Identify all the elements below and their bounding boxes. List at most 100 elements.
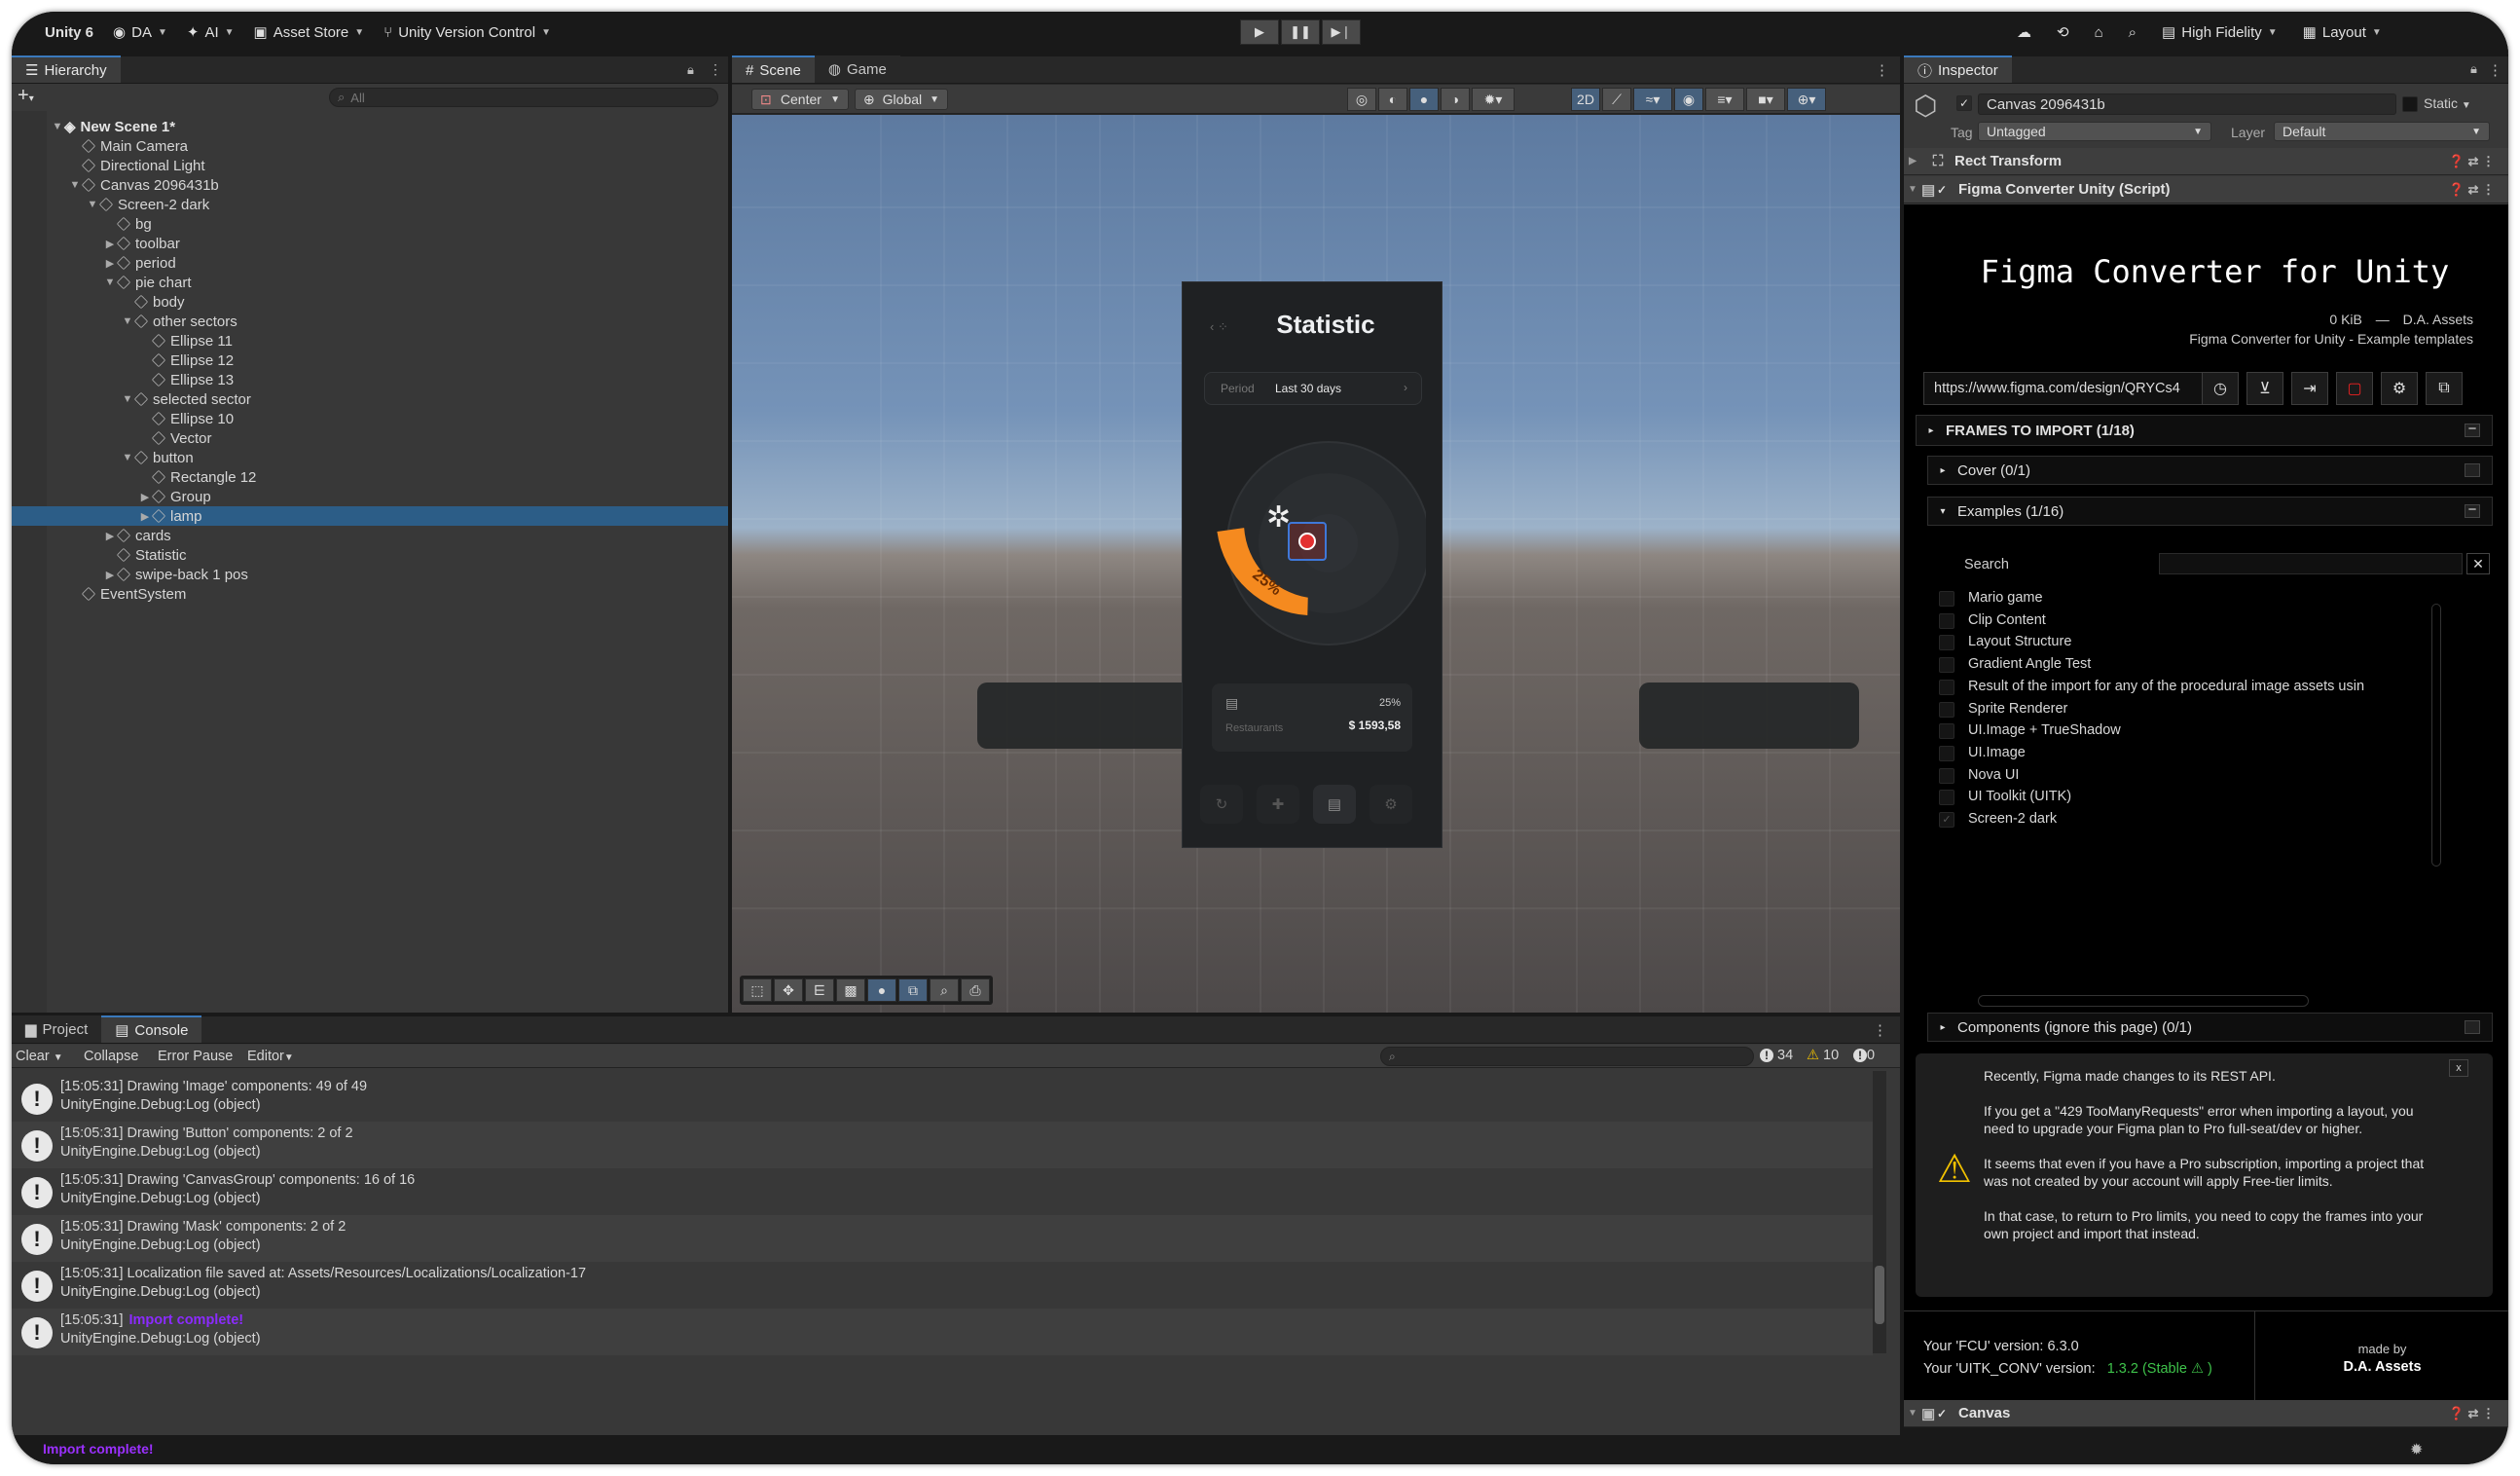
tab-inspector[interactable]: ⓘ Inspector xyxy=(1904,55,2012,83)
move-gizmo[interactable] xyxy=(1288,522,1327,561)
hierarchy-item[interactable]: Rectangle 12 xyxy=(138,467,256,487)
unity-menu[interactable]: Unity 6 xyxy=(12,24,103,41)
shaded-wire-button[interactable]: ◐ xyxy=(1378,88,1407,111)
expand-arrow-icon[interactable]: ▼ xyxy=(51,121,64,132)
hierarchy-item[interactable]: Ellipse 13 xyxy=(138,370,234,389)
hierarchy-item[interactable]: ▼ Canvas 2096431b xyxy=(68,175,219,195)
pivot-dropdown[interactable]: ⊡ Center ▼ xyxy=(751,89,849,110)
mode-2d-button[interactable]: 2D xyxy=(1571,88,1600,111)
version-control-dropdown[interactable]: ⑂ Unity Version Control ▼ xyxy=(374,24,561,41)
rect-transform-header[interactable]: ▶ ⛶ Rect Transform ❓ ⇄ ⋮ xyxy=(1904,148,2508,175)
hierarchy-item[interactable]: ▼ Screen-2 dark xyxy=(86,195,210,214)
store-button[interactable]: ⌂ xyxy=(2085,24,2113,41)
frame-checkbox[interactable] xyxy=(1939,679,1954,695)
hierarchy-item[interactable]: EventSystem xyxy=(68,584,186,604)
kebab-menu-icon[interactable]: ⋮ xyxy=(709,61,722,78)
quality-dropdown[interactable]: ▤ High Fidelity ▼ xyxy=(2152,23,2287,42)
hierarchy-item[interactable]: ▶ period xyxy=(103,253,176,273)
expand-arrow-icon[interactable]: ▶ xyxy=(103,238,117,250)
component-menu-icon[interactable]: ❓ ⇄ ⋮ xyxy=(2449,1406,2495,1421)
capture-tool-button[interactable]: ⎙ xyxy=(961,978,990,1002)
layer-dropdown[interactable]: Default ▼ xyxy=(2274,122,2490,141)
layout-dropdown[interactable]: ▦ Layout ▼ xyxy=(2293,23,2392,42)
console-log-row[interactable]: ! [15:05:31] Drawing 'Image' components: … xyxy=(12,1075,1873,1122)
clear-search-button[interactable]: ✕ xyxy=(2466,553,2490,574)
cover-page-header[interactable]: ▸ Cover (0/1) xyxy=(1927,456,2493,485)
asset-store-dropdown[interactable]: ▣ Asset Store ▼ xyxy=(244,23,375,42)
frame-checkbox[interactable] xyxy=(1939,790,1954,806)
expand-arrow-icon[interactable]: ▼ xyxy=(68,179,82,191)
hierarchy-item[interactable]: ▼ selected sector xyxy=(121,389,251,409)
frame-checkbox[interactable] xyxy=(1939,723,1954,740)
play-button[interactable]: ▶ xyxy=(1240,19,1279,45)
stop-button[interactable]: ▢ xyxy=(2336,372,2373,405)
static-checkbox[interactable] xyxy=(2402,96,2418,112)
hierarchy-item[interactable]: Ellipse 12 xyxy=(138,351,234,370)
account-dropdown[interactable]: ◉ DA ▼ xyxy=(103,23,177,42)
frames-select-toggle[interactable]: − xyxy=(2465,422,2480,437)
hierarchy-item[interactable]: ▶ Group xyxy=(138,487,211,506)
error-pause-button[interactable]: Error Pause xyxy=(158,1049,233,1064)
hierarchy-item[interactable]: ▼ other sectors xyxy=(121,312,237,331)
step-button[interactable]: ▶❘ xyxy=(1322,19,1361,45)
move-tool-button[interactable]: ✥ xyxy=(774,978,803,1002)
expand-arrow-icon[interactable]: ▼ xyxy=(121,452,134,463)
hierarchy-search-input[interactable]: ⌕ All xyxy=(329,88,718,107)
tab-game[interactable]: ◍ Game xyxy=(814,55,900,83)
expand-arrow-icon[interactable]: ▼ xyxy=(121,393,134,405)
frames-scrollbar[interactable] xyxy=(2431,604,2441,867)
component-menu-icon[interactable]: ❓ ⇄ ⋮ xyxy=(2449,154,2495,169)
hierarchy-item[interactable]: ▼ button xyxy=(121,448,194,467)
fcu-script-header[interactable]: ▼ ▤ ✓ Figma Converter Unity (Script) ❓ ⇄… xyxy=(1904,176,2508,203)
frames-h-scrollbar[interactable] xyxy=(1978,995,2309,1007)
expand-arrow-icon[interactable]: ▶ xyxy=(103,569,117,581)
gizmos-button[interactable]: ⊕▾ xyxy=(1787,88,1826,111)
history-button[interactable]: ⟲ xyxy=(2047,23,2079,41)
recent-button[interactable]: ◷ xyxy=(2202,372,2239,405)
scene-root[interactable]: ▼ ◈ New Scene 1* xyxy=(51,117,176,136)
expand-arrow-icon[interactable]: ▶ xyxy=(138,510,152,523)
console-log-row[interactable]: ! [15:05:31] Drawing 'CanvasGroup' compon… xyxy=(12,1168,1873,1215)
figma-url-input[interactable]: https://www.figma.com/design/QRYCs4 xyxy=(1923,372,2204,405)
expand-arrow-icon[interactable]: ▼ xyxy=(86,199,99,210)
tab-console[interactable]: ▤ Console xyxy=(101,1015,202,1043)
tab-project[interactable]: ▆ Project xyxy=(12,1015,102,1043)
scrollbar-thumb[interactable] xyxy=(1875,1266,1884,1324)
hierarchy-item[interactable]: ▼ pie chart xyxy=(103,273,192,292)
tag-dropdown[interactable]: Untagged ▼ xyxy=(1978,122,2211,141)
ai-dropdown[interactable]: ✦ AI ▼ xyxy=(177,23,244,42)
frame-checkbox[interactable] xyxy=(1939,635,1954,651)
search-button[interactable]: ⌕ xyxy=(2119,24,2146,41)
static-dropdown[interactable]: Static ▼ xyxy=(2424,95,2471,111)
hierarchy-item[interactable]: ▶ cards xyxy=(103,526,171,545)
kebab-menu-icon[interactable]: ⋮ xyxy=(1875,61,1889,79)
kebab-menu-icon[interactable]: ⋮ xyxy=(2488,61,2502,79)
expand-arrow-icon[interactable]: ▼ xyxy=(121,315,134,327)
settings-button[interactable]: ⚙ xyxy=(2381,372,2418,405)
collapse-button[interactable]: Collapse xyxy=(84,1049,138,1064)
examples-select-toggle[interactable]: − xyxy=(2465,502,2480,518)
add-object-button[interactable]: +▾ xyxy=(18,86,34,109)
frame-checkbox[interactable] xyxy=(1939,745,1954,761)
snap-tool-button[interactable]: ⋿ xyxy=(805,978,834,1002)
frames-search-input[interactable] xyxy=(2159,553,2463,574)
tab-hierarchy[interactable]: ☰ Hierarchy xyxy=(12,55,121,83)
tab-scene[interactable]: # Scene xyxy=(732,55,815,83)
visibility-button[interactable]: ◉ xyxy=(1674,88,1703,111)
hierarchy-item[interactable]: Ellipse 10 xyxy=(138,409,234,428)
warn-count-toggle[interactable]: ⚠ 10 xyxy=(1807,1048,1839,1063)
lock-icon[interactable]: 🔒︎ xyxy=(687,62,694,78)
active-checkbox[interactable]: ✓ xyxy=(1956,95,1972,111)
hierarchy-item[interactable]: ▶ swipe-back 1 pos xyxy=(103,565,248,584)
clear-button[interactable]: Clear ▼ xyxy=(16,1049,63,1064)
camera-button[interactable]: ■▾ xyxy=(1746,88,1785,111)
zoom-tool-button[interactable]: ⌕ xyxy=(930,978,959,1002)
layers-button[interactable]: ≡▾ xyxy=(1705,88,1744,111)
log-count-toggle[interactable]: ! 34 xyxy=(1760,1048,1793,1063)
close-notice-button[interactable]: x xyxy=(2449,1059,2468,1077)
hierarchy-item[interactable]: Main Camera xyxy=(68,136,188,156)
hierarchy-item[interactable]: Directional Light xyxy=(68,156,205,175)
examples-page-header[interactable]: ▾ Examples (1/16) − xyxy=(1927,497,2493,526)
hierarchy-item[interactable]: Ellipse 11 xyxy=(138,331,233,351)
frame-checkbox[interactable] xyxy=(1939,591,1954,607)
